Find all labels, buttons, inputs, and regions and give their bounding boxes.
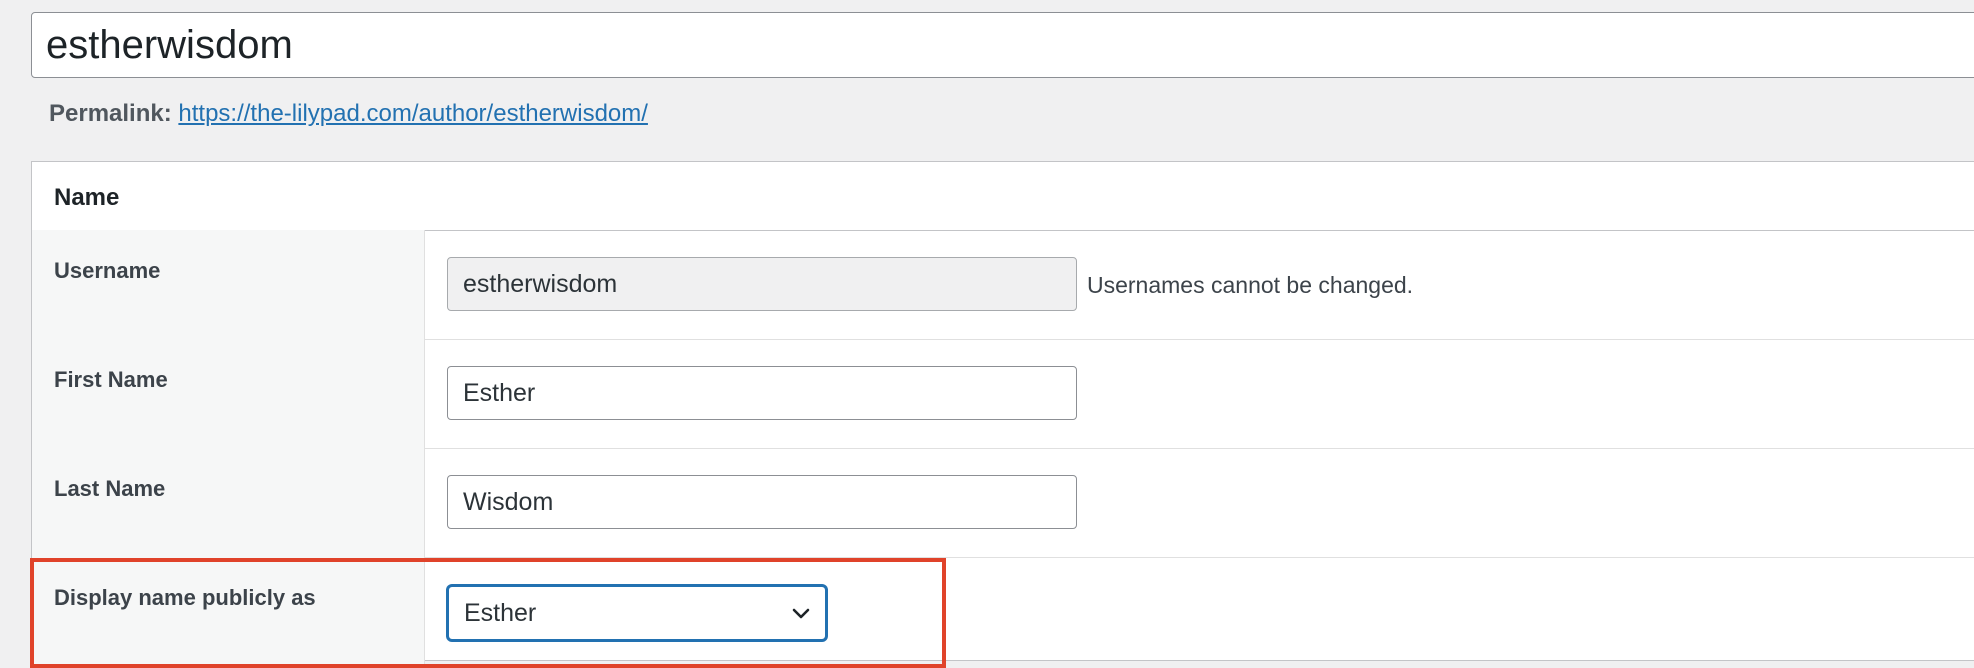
chevron-down-icon bbox=[792, 608, 810, 619]
first-name-label-cell: First Name bbox=[32, 339, 425, 448]
username-hint: Usernames cannot be changed. bbox=[1087, 272, 1414, 298]
last-name-label-cell: Last Name bbox=[32, 448, 425, 557]
name-panel: Name Username Usernames cannot be change… bbox=[31, 161, 1974, 666]
display-name-select[interactable]: Esther bbox=[447, 585, 827, 641]
username-label-cell: Username bbox=[32, 230, 425, 339]
username-input bbox=[447, 257, 1077, 311]
display-name-label-cell: Display name publicly as bbox=[32, 557, 425, 666]
last-name-label: Last Name bbox=[54, 476, 166, 501]
username-label: Username bbox=[54, 258, 161, 283]
permalink-label: Permalink: bbox=[49, 100, 172, 127]
first-name-input[interactable] bbox=[447, 366, 1077, 420]
display-name-row: Display name publicly as Esther bbox=[32, 557, 1974, 666]
display-name-label: Display name publicly as bbox=[54, 585, 316, 610]
permalink: Permalink: https://the-lilypad.com/autho… bbox=[49, 100, 648, 128]
display-name-selected: Esther bbox=[464, 599, 537, 627]
first-name-row: First Name bbox=[32, 339, 1974, 449]
name-panel-header: Name bbox=[32, 162, 1974, 231]
last-name-input[interactable] bbox=[447, 475, 1077, 529]
title-input[interactable] bbox=[31, 12, 1974, 78]
first-name-label: First Name bbox=[54, 367, 168, 392]
last-name-row: Last Name bbox=[32, 448, 1974, 558]
name-panel-heading: Name bbox=[54, 184, 120, 211]
permalink-link[interactable]: https://the-lilypad.com/author/estherwis… bbox=[178, 100, 648, 127]
username-row: Username Usernames cannot be changed. bbox=[32, 230, 1974, 340]
